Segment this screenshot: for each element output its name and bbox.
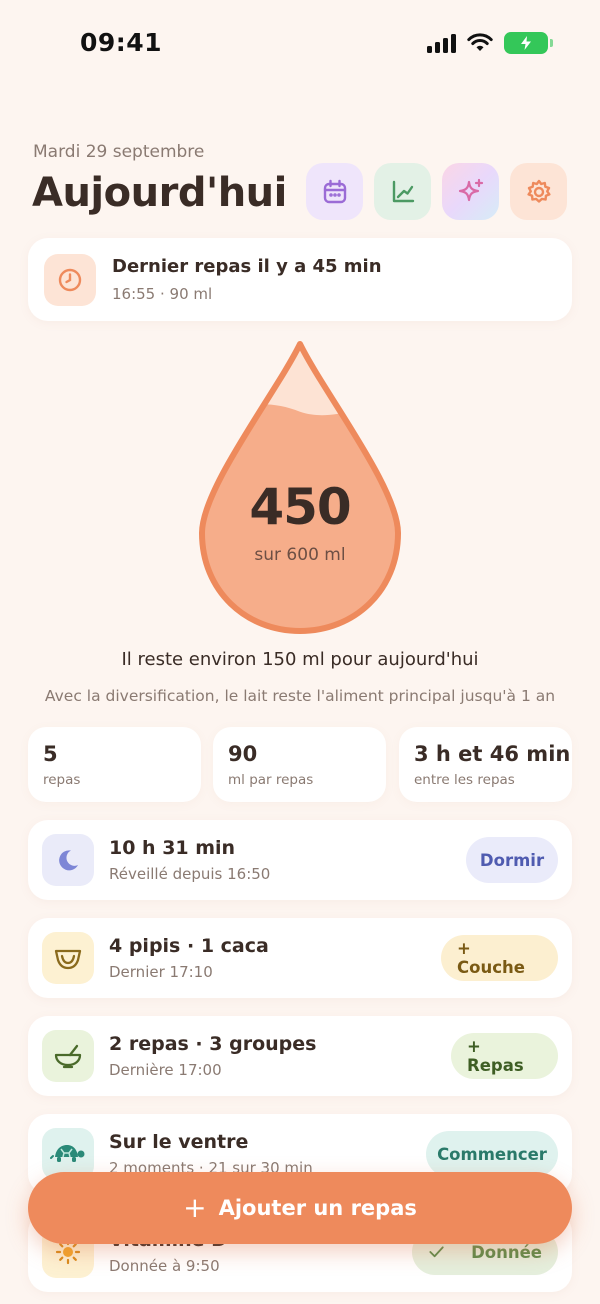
last-meal-title: Dernier repas il y a 45 min — [112, 256, 382, 277]
stat-label: ml par repas — [228, 772, 314, 788]
add-meal-button[interactable]: + Ajouter un repas — [28, 1172, 572, 1244]
ai-assistant-button[interactable] — [442, 163, 499, 220]
status-icons — [427, 32, 553, 54]
last-meal-icon-box — [44, 254, 96, 306]
calendar-icon — [323, 179, 346, 203]
remaining-text: Il reste environ 150 ml pour aujourd'hui — [121, 649, 479, 670]
stat-value: 90 — [228, 742, 258, 766]
start-tummy-time-button[interactable]: Commencer — [426, 1131, 558, 1177]
solids-subtitle: Dernière 17:00 — [109, 1061, 222, 1079]
last-meal-subtitle: 16:55 · 90 ml — [112, 285, 213, 303]
add-solids-button[interactable]: + Repas — [451, 1033, 558, 1079]
chart-button[interactable] — [374, 163, 431, 220]
sleep-card[interactable]: 10 h 31 min Réveillé depuis 16:50 Dormir — [28, 820, 572, 900]
intake-goal-label: sur 600 ml — [254, 545, 346, 565]
diaper-icon-box — [42, 932, 94, 984]
diaper-card[interactable]: 4 pipis · 1 caca Dernier 17:10 + Couche — [28, 918, 572, 998]
moon-icon — [59, 850, 78, 871]
bowl-icon — [54, 1044, 82, 1069]
cellular-signal-icon — [427, 33, 456, 53]
calendar-button[interactable] — [306, 163, 363, 220]
diaper-title: 4 pipis · 1 caca — [109, 935, 269, 957]
turtle-icon — [50, 1145, 85, 1162]
stat-label: repas — [43, 772, 81, 788]
battery-icon — [504, 32, 553, 54]
stat-value: 5 — [43, 742, 58, 766]
clock-icon — [58, 268, 82, 292]
tummy-time-title: Sur le ventre — [109, 1131, 249, 1153]
intake-value: 450 — [249, 478, 351, 536]
solids-card[interactable]: 2 repas · 3 groupes Dernière 17:00 + Rep… — [28, 1016, 572, 1096]
solids-title: 2 repas · 3 groupes — [109, 1033, 317, 1055]
last-meal-card[interactable]: Dernier repas il y a 45 min 16:55 · 90 m… — [28, 238, 572, 321]
chart-icon — [392, 180, 414, 202]
stat-meals: 5 repas — [28, 727, 201, 802]
sleep-icon-box — [42, 834, 94, 886]
add-diaper-button[interactable]: + Couche — [441, 935, 558, 981]
page-title: Aujourd'hui — [32, 170, 287, 216]
wifi-icon — [467, 33, 493, 51]
sleep-title: 10 h 31 min — [109, 837, 236, 859]
diversification-tip: Avec la diversification, le lait reste l… — [44, 687, 556, 705]
header-actions — [306, 163, 567, 220]
diaper-subtitle: Dernier 17:10 — [109, 963, 213, 981]
solids-icon-box — [42, 1030, 94, 1082]
stat-value: 3 h et 46 min — [414, 742, 571, 766]
stat-label: entre les repas — [414, 772, 515, 788]
date-label: Mardi 29 septembre — [33, 142, 205, 162]
gear-icon — [526, 179, 551, 203]
add-meal-label: Ajouter un repas — [218, 1196, 417, 1220]
stat-ml-per-meal: 90 ml par repas — [213, 727, 386, 802]
sleep-button[interactable]: Dormir — [466, 837, 558, 883]
plus-icon: + — [183, 1191, 207, 1224]
status-time: 09:41 — [80, 28, 163, 57]
stat-interval: 3 h et 46 min entre les repas — [399, 727, 572, 802]
vitamin-d-given-label: Donnée — [471, 1242, 542, 1262]
sparkle-icon — [458, 178, 483, 201]
vitamin-d-subtitle: Donnée à 9:50 — [109, 1257, 220, 1275]
status-bar: 09:41 — [0, 0, 600, 90]
checkmark-icon — [429, 1246, 444, 1258]
diaper-icon — [54, 949, 82, 970]
sleep-subtitle: Réveillé depuis 16:50 — [109, 865, 271, 883]
settings-button[interactable] — [510, 163, 567, 220]
